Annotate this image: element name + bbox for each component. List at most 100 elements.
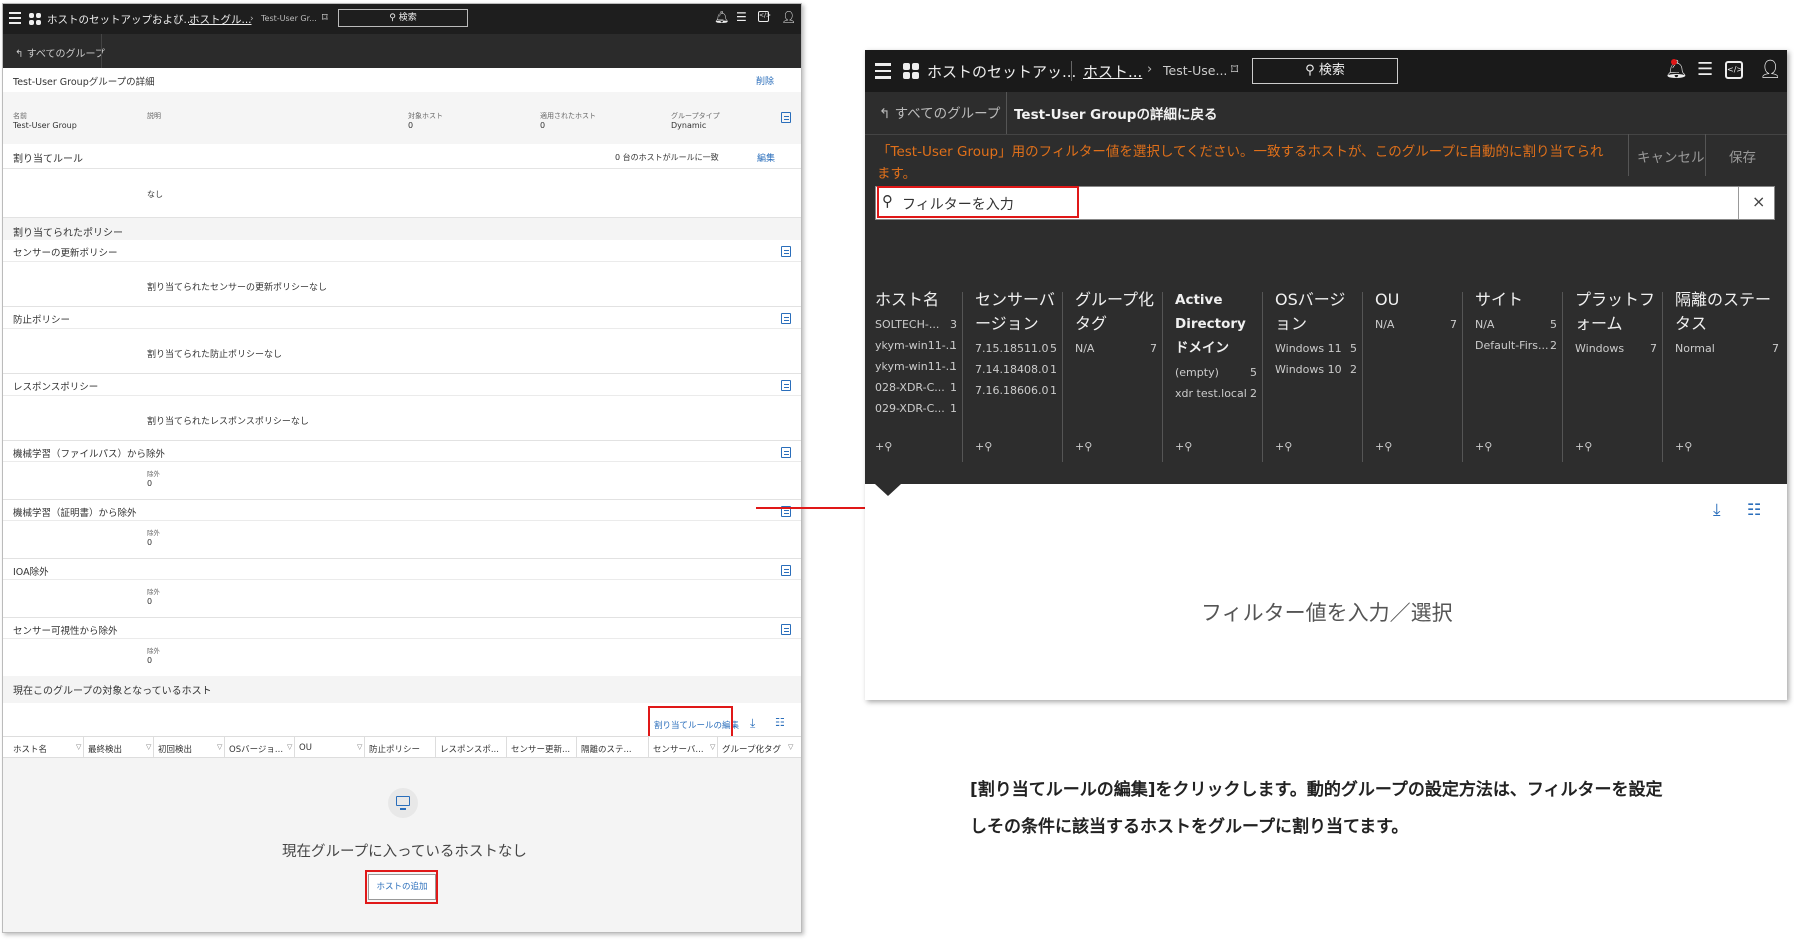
filter-value[interactable]: xdr test.local xyxy=(1175,387,1247,400)
host-column-header[interactable]: 初回検出 xyxy=(158,743,192,755)
breadcrumb-current[interactable]: Test-User Gr... xyxy=(261,14,317,23)
add-filter-label: + xyxy=(1675,440,1685,453)
back-to-detail[interactable]: Test-User Groupの詳細に戻る xyxy=(1014,103,1217,123)
queue-icon[interactable]: ☰ xyxy=(1697,59,1713,80)
back-all-groups[interactable]: ↰ すべてのグループ xyxy=(879,102,1000,122)
filter-caret-icon[interactable]: ▽ xyxy=(710,743,715,751)
filter-value[interactable]: Windows 11 xyxy=(1275,342,1342,355)
filter-column-title: サイト xyxy=(1475,290,1524,309)
add-filter-search-icon[interactable]: +⚲ xyxy=(1375,440,1392,453)
filter-value[interactable]: Windows 10 xyxy=(1275,363,1342,376)
columns-icon[interactable]: ☷ xyxy=(1747,500,1761,519)
add-filter-search-icon[interactable]: +⚲ xyxy=(1575,440,1592,453)
back-all-groups[interactable]: ↰ すべてのグループ xyxy=(15,45,105,60)
add-filter-search-icon[interactable]: +⚲ xyxy=(1475,440,1492,453)
host-column-header[interactable]: グループ化タグ xyxy=(722,743,781,755)
host-column-header[interactable]: OU xyxy=(299,743,312,753)
empty-prompt: フィルター値を入力／選択 xyxy=(1201,601,1453,625)
user-icon[interactable]: 👤︎ xyxy=(781,10,796,24)
filter-value[interactable]: N/A xyxy=(1475,318,1494,331)
search-box[interactable]: ⚲ 検索 xyxy=(1252,58,1398,84)
search-box[interactable]: ⚲ 検索 xyxy=(338,9,468,27)
filter-column: グループ化タグ N/A 7 +⚲ xyxy=(1065,288,1165,466)
app-title[interactable]: ホストのセットアップおよび... xyxy=(47,12,194,27)
menu-icon[interactable] xyxy=(875,63,891,79)
filter-caret-icon[interactable]: ▽ xyxy=(287,743,292,751)
host-column-header[interactable]: 最終検出 xyxy=(88,743,122,755)
edit-exclusion-icon[interactable] xyxy=(781,447,791,458)
add-filter-search-icon[interactable]: +⚲ xyxy=(875,440,892,453)
edit-details-icon[interactable] xyxy=(781,112,791,123)
column-divider xyxy=(717,737,718,757)
breadcrumb-host-group[interactable]: ホストグル... xyxy=(189,12,252,27)
filter-caret-icon[interactable]: ▽ xyxy=(146,743,151,751)
divider xyxy=(1705,134,1706,176)
filter-value[interactable]: 7.14.18408.0 xyxy=(975,363,1048,376)
download-icon[interactable]: ⤓ xyxy=(750,716,755,731)
filter-value[interactable]: 029-XDR-C... xyxy=(875,402,945,415)
search-icon: ⚲ xyxy=(1305,63,1315,78)
add-filter-search-icon[interactable]: +⚲ xyxy=(1075,440,1092,453)
filter-caret-icon[interactable]: ▽ xyxy=(217,743,222,751)
caption-line-2: しその条件に該当するホストをグループに割り当てます。 xyxy=(970,817,1409,837)
filter-value[interactable]: Default-Firs... xyxy=(1475,339,1549,352)
host-column-header[interactable]: センサー更新... xyxy=(511,743,570,755)
columns-icon[interactable]: ☷ xyxy=(775,716,785,729)
add-filter-search-icon[interactable]: +⚲ xyxy=(1275,440,1292,453)
menu-icon[interactable] xyxy=(9,12,21,25)
edit-policy-icon[interactable] xyxy=(781,246,791,257)
filter-caret-icon[interactable]: ▽ xyxy=(76,743,81,751)
api-icon[interactable]: </> xyxy=(1725,61,1743,79)
filter-caret-icon[interactable]: ▽ xyxy=(357,743,362,751)
edit-exclusion-icon[interactable] xyxy=(781,624,791,635)
filter-value[interactable]: 7.15.18511.0 xyxy=(975,342,1048,355)
bookmark-icon[interactable]: ⌑ xyxy=(322,11,328,24)
notification-dot xyxy=(1671,59,1677,65)
field-applied-value: 0 xyxy=(540,121,546,130)
delete-link[interactable]: 削除 xyxy=(756,74,774,87)
filter-value[interactable]: (empty) xyxy=(1175,366,1219,379)
column-divider xyxy=(1162,292,1163,462)
bookmark-icon[interactable]: ⌑ xyxy=(1231,62,1238,78)
filter-value[interactable]: N/A xyxy=(1075,342,1094,355)
clear-filter-icon[interactable]: × xyxy=(1752,192,1765,211)
filter-value[interactable]: ykym-win11-... xyxy=(875,339,956,352)
cancel-button[interactable]: キャンセル xyxy=(1637,146,1705,166)
edit-policy-icon[interactable] xyxy=(781,380,791,391)
rules-edit-link[interactable]: 編集 xyxy=(757,151,775,164)
rules-title: 割り当てルール xyxy=(13,154,83,165)
field-target-label: 対象ホスト xyxy=(408,112,443,120)
bell-icon[interactable]: 🔔︎ xyxy=(714,10,729,24)
filter-caret-icon[interactable]: ▽ xyxy=(788,743,793,751)
host-column-header[interactable]: OSバージョ... xyxy=(229,743,283,755)
host-column-header[interactable]: センサーバ... xyxy=(653,743,704,755)
host-column-header[interactable]: レスポンスポ... xyxy=(440,743,499,755)
filter-value[interactable]: 028-XDR-C... xyxy=(875,381,945,394)
breadcrumb-current[interactable]: Test-Use... xyxy=(1163,63,1227,78)
filter-value[interactable]: Normal xyxy=(1675,342,1715,355)
filter-value[interactable]: ykym-win11-... xyxy=(875,360,956,373)
download-icon[interactable]: ⤓ xyxy=(1713,500,1721,520)
column-divider xyxy=(1362,292,1363,462)
filter-value[interactable]: 7.16.18606.0 xyxy=(975,384,1048,397)
divider xyxy=(3,261,801,262)
filter-column-title: ホスト名 xyxy=(875,290,940,309)
add-filter-search-icon[interactable]: +⚲ xyxy=(1175,440,1192,453)
filter-value[interactable]: N/A xyxy=(1375,318,1394,331)
host-column-header[interactable]: 防止ポリシー xyxy=(369,743,420,755)
edit-policy-icon[interactable] xyxy=(781,313,791,324)
breadcrumb-host[interactable]: ホスト... xyxy=(1083,61,1142,82)
user-icon[interactable]: 👤︎ xyxy=(1759,59,1782,80)
add-filter-search-icon[interactable]: +⚲ xyxy=(1675,440,1692,453)
app-title[interactable]: ホストのセットアッ... xyxy=(927,61,1076,82)
add-filter-search-icon[interactable]: +⚲ xyxy=(975,440,992,453)
queue-icon[interactable]: ☰ xyxy=(736,10,747,24)
host-column-header[interactable]: 隔離のステ... xyxy=(581,743,632,755)
host-column-header[interactable]: ホスト名 xyxy=(13,743,47,755)
exclusion-label: 除外 xyxy=(147,529,160,537)
api-icon[interactable]: </> xyxy=(758,11,771,22)
save-button[interactable]: 保存 xyxy=(1729,146,1756,166)
filter-value[interactable]: Windows xyxy=(1575,342,1624,355)
edit-exclusion-icon[interactable] xyxy=(781,565,791,576)
filter-value[interactable]: SOLTECH-... xyxy=(875,318,939,331)
